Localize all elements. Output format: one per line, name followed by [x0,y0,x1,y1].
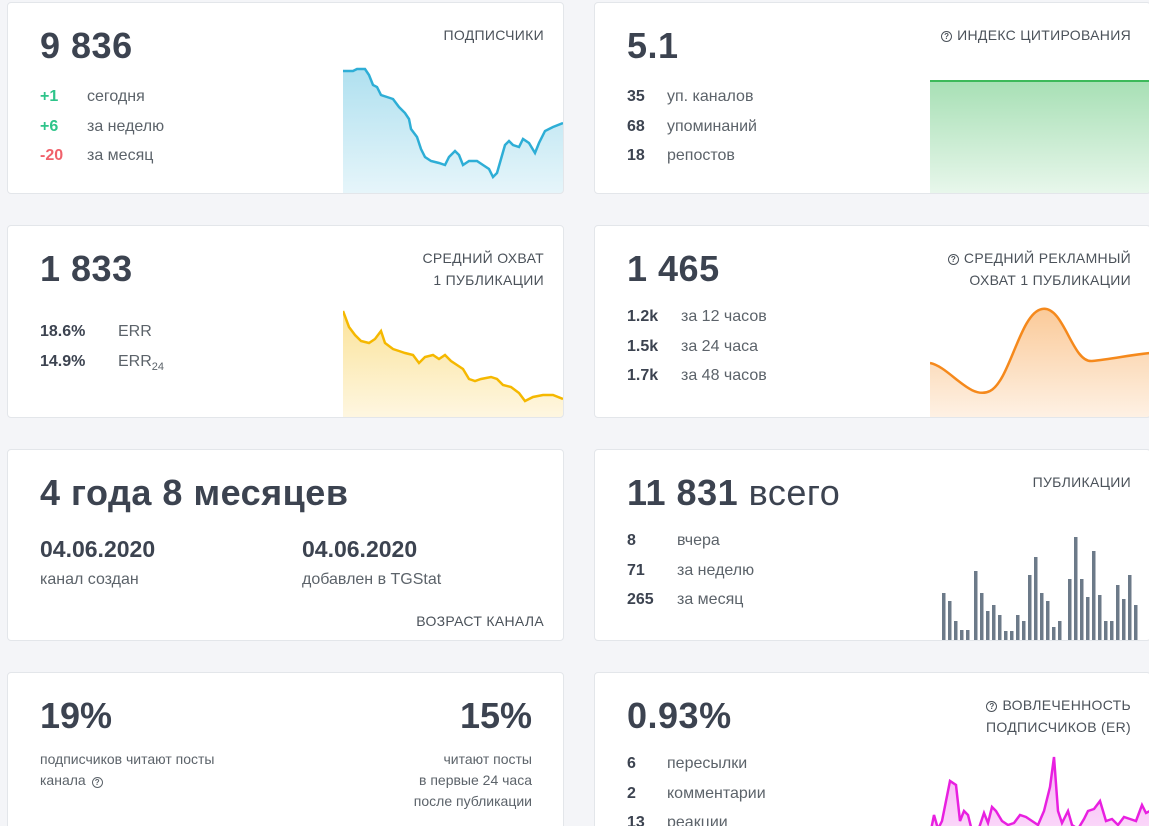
ad-reach-value: 1 465 [627,248,720,289]
ad-reach-title: ? СРЕДНИЙ РЕКЛАМНЫЙ ОХВАТ 1 ПУБЛИКАЦИИ [947,247,1131,291]
stat-value: 68 [627,117,645,135]
stat-row: 13 реакции [627,814,766,826]
channel-age-value: 4 года 8 месяцев [40,472,349,513]
subscribers-card[interactable]: 9 836 ПОДПИСЧИКИ +1 сегодня +6 за неделю -… [7,2,564,194]
readers-24h-note: читают посты в первые 24 часа после публик… [413,751,532,809]
subscribers-title: ПОДПИСЧИКИ [443,27,544,43]
help-icon[interactable]: ? [941,31,953,42]
stat-value: 1.5k [627,337,659,355]
engagement-sparkline[interactable] [930,751,1149,826]
stat-value: 265 [627,591,654,608]
stat-value: 13 [627,814,645,826]
stat-row: 1.5k за 24 часа [627,338,767,368]
readers-percent: 19% [40,695,113,736]
stat-value: 2 [627,784,636,802]
stat-value: 18 [627,147,645,164]
engagement-title: ? ВОВЛЕЧЕННОСТЬ ПОДПИСЧИКОВ (ER) [986,697,1131,735]
average-reach-card[interactable]: 1 833 СРЕДНИЙ ОХВАТ 1 ПУБЛИКАЦИИ 18.6% ERR… [7,225,564,418]
citation-index-card[interactable]: 5.1 ? ИНДЕКС ЦИТИРОВАНИЯ 35 уп. каналов 68… [594,2,1149,194]
stat-row: -20 за месяц [40,147,164,177]
engagement-value: 0.93% [627,695,732,736]
stat-label: упоминаний [667,117,757,135]
stat-label: за 48 часов [681,367,767,384]
created-label: канал создан [40,571,139,588]
stat-row: 1.7k за 48 часов [627,367,767,397]
publications-title: ПУБЛИКАЦИИ [1032,474,1131,490]
publications-stats: 8 вчера 71 за неделю 265 за месяц [627,532,754,621]
stat-row: 14.9% ERR24 [40,353,164,383]
publications-total: 11 831 всего [627,472,841,513]
stat-label: комментарии [667,784,766,802]
stat-value: 14.9% [40,352,86,370]
stat-value: 35 [627,88,645,105]
ad-reach-stats: 1.2k за 12 часов 1.5k за 24 часа 1.7k за 48… [627,308,767,397]
stat-label: вчера [677,532,720,549]
stat-row: 71 за неделю [627,562,754,592]
ad-reach-sparkline[interactable] [930,305,1149,417]
channel-age-title: ВОЗРАСТ КАНАЛА [416,613,544,629]
stat-label: за месяц [87,147,154,164]
stat-label: сегодня [87,88,145,105]
stat-value: -20 [40,147,64,164]
stat-row: 2 комментарии [627,785,766,815]
citation-index-value: 5.1 [627,25,679,66]
help-icon[interactable]: ? [947,254,959,265]
stat-value: 18.6% [40,323,86,340]
stat-value: 1.2k [627,308,659,325]
stat-row: 35 уп. каналов [627,88,757,118]
engagement-stats: 6 пересылки 2 комментарии 13 реакции [627,755,766,826]
stat-label: за месяц [677,591,744,608]
citation-sparkline[interactable] [930,77,1149,193]
stat-row: 6 пересылки [627,755,766,785]
average-reach-sparkline[interactable] [343,307,563,417]
subscribers-sparkline[interactable] [343,65,563,193]
stat-label: за 24 часа [681,337,759,355]
citation-index-title: ? ИНДЕКС ЦИТИРОВАНИЯ [941,24,1131,46]
readers-note: подписчиков читают посты канала? [40,751,215,788]
subscribers-count: 9 836 [40,25,133,66]
stat-value: 8 [627,532,636,549]
stat-label: репостов [667,147,735,164]
readers-24h-percent: 15% [459,695,532,736]
publications-card[interactable]: 11 831 всего ПУБЛИКАЦИИ 8 вчера 71 за неде… [594,449,1149,641]
publications-bar-chart[interactable] [940,535,1149,640]
stat-row: +6 за неделю [40,118,164,148]
stat-value: 6 [627,755,636,772]
stat-label: ERR [118,323,152,340]
average-reach-title: СРЕДНИЙ ОХВАТ 1 ПУБЛИКАЦИИ [422,250,544,288]
stat-label: пересылки [667,755,748,772]
stat-row: 8 вчера [627,532,754,562]
stat-row: 1.2k за 12 часов [627,308,767,338]
stat-label: ERR24 [118,352,165,373]
added-date-block: 04.06.2020 добавлен в TGStat [302,536,441,589]
stat-row: 18 репостов [627,147,757,177]
stat-row: 18.6% ERR [40,323,164,353]
added-date: 04.06.2020 [302,536,418,562]
ad-reach-card[interactable]: 1 465 ? СРЕДНИЙ РЕКЛАМНЫЙ ОХВАТ 1 ПУБЛИКАЦ… [594,225,1149,418]
stat-label: уп. каналов [667,88,754,105]
citation-stats: 35 уп. каналов 68 упоминаний 18 репостов [627,88,757,177]
stat-label: за неделю [677,561,755,579]
stat-label: за 12 часов [681,308,767,325]
stat-value: 1.7k [627,367,659,384]
average-reach-value: 1 833 [40,248,133,289]
stat-value: 71 [627,561,645,579]
stat-row: +1 сегодня [40,88,164,118]
subscribers-stats: +1 сегодня +6 за неделю -20 за месяц [40,88,164,177]
stat-row: 68 упоминаний [627,118,757,148]
engagement-card[interactable]: 0.93% ? ВОВЛЕЧЕННОСТЬ ПОДПИСЧИКОВ (ER) 6 пе… [594,672,1149,826]
created-date: 04.06.2020 [40,536,156,562]
stat-row: 265 за месяц [627,591,754,621]
created-date-block: 04.06.2020 канал создан [40,536,155,589]
help-icon[interactable]: ? [986,701,998,712]
channel-age-card[interactable]: 4 года 8 месяцев 04.06.2020 канал создан… [7,449,564,641]
stat-value: +6 [40,117,59,135]
err-stats: 18.6% ERR 14.9% ERR24 [40,323,164,382]
readers-card[interactable]: 19% подписчиков читают посты канала? 15% … [7,672,564,826]
stat-value: +1 [40,88,59,105]
added-label: добавлен в TGStat [302,571,442,588]
help-icon[interactable]: ? [91,777,103,788]
stat-label: реакции [667,814,728,826]
stat-label: за неделю [87,117,165,135]
